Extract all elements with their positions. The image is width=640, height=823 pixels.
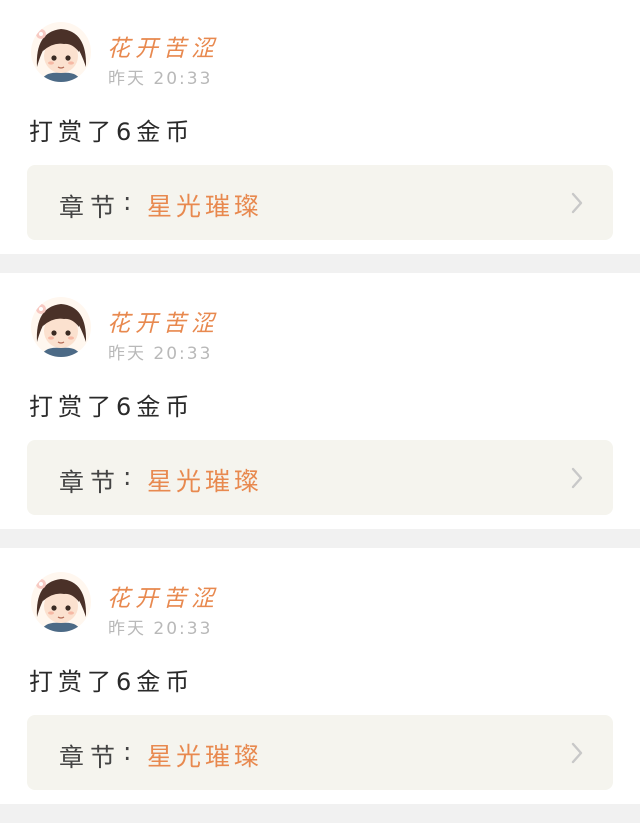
reward-card: 花开苦涩 昨天 20:33 打赏了6金币 章节 : 星光璀璨 (0, 273, 640, 529)
chapter-label: 章节 (59, 468, 122, 497)
user-avatar-icon[interactable] (31, 297, 91, 357)
reward-card: 花开苦涩 昨天 20:33 打赏了6金币 章节 : 星光璀璨 (0, 0, 640, 254)
chapter-link[interactable]: 章节 : 星光璀璨 (27, 165, 613, 240)
timestamp: 昨天 20:33 (108, 69, 213, 89)
chapter-title: 星光璀璨 (147, 742, 264, 771)
reward-card: 花开苦涩 昨天 20:33 打赏了6金币 章节 : 星光璀璨 (0, 548, 640, 804)
chapter-label: 章节 (59, 743, 122, 772)
user-avatar-icon[interactable] (31, 22, 91, 82)
timestamp: 昨天 20:33 (108, 619, 213, 639)
user-name[interactable]: 花开苦涩 (107, 29, 219, 63)
reward-message: 打赏了6金币 (29, 118, 195, 146)
chapter-title: 星光璀璨 (147, 467, 264, 496)
user-name[interactable]: 花开苦涩 (107, 304, 219, 338)
timestamp: 昨天 20:33 (108, 344, 213, 364)
reward-feed: 花开苦涩 昨天 20:33 打赏了6金币 章节 : 星光璀璨 花开苦涩 昨天 2… (0, 0, 640, 823)
chapter-colon: : (123, 462, 132, 491)
chapter-colon: : (123, 187, 132, 216)
chevron-right-icon (570, 192, 584, 218)
chapter-link[interactable]: 章节 : 星光璀璨 (27, 715, 613, 790)
reward-message: 打赏了6金币 (29, 393, 195, 421)
chapter-title: 星光璀璨 (147, 192, 264, 221)
chapter-label: 章节 (59, 193, 122, 222)
reward-message: 打赏了6金币 (29, 668, 195, 696)
chapter-link[interactable]: 章节 : 星光璀璨 (27, 440, 613, 515)
chevron-right-icon (570, 467, 584, 493)
chevron-right-icon (570, 742, 584, 768)
user-name[interactable]: 花开苦涩 (107, 579, 219, 613)
chapter-colon: : (123, 737, 132, 766)
user-avatar-icon[interactable] (31, 572, 91, 632)
